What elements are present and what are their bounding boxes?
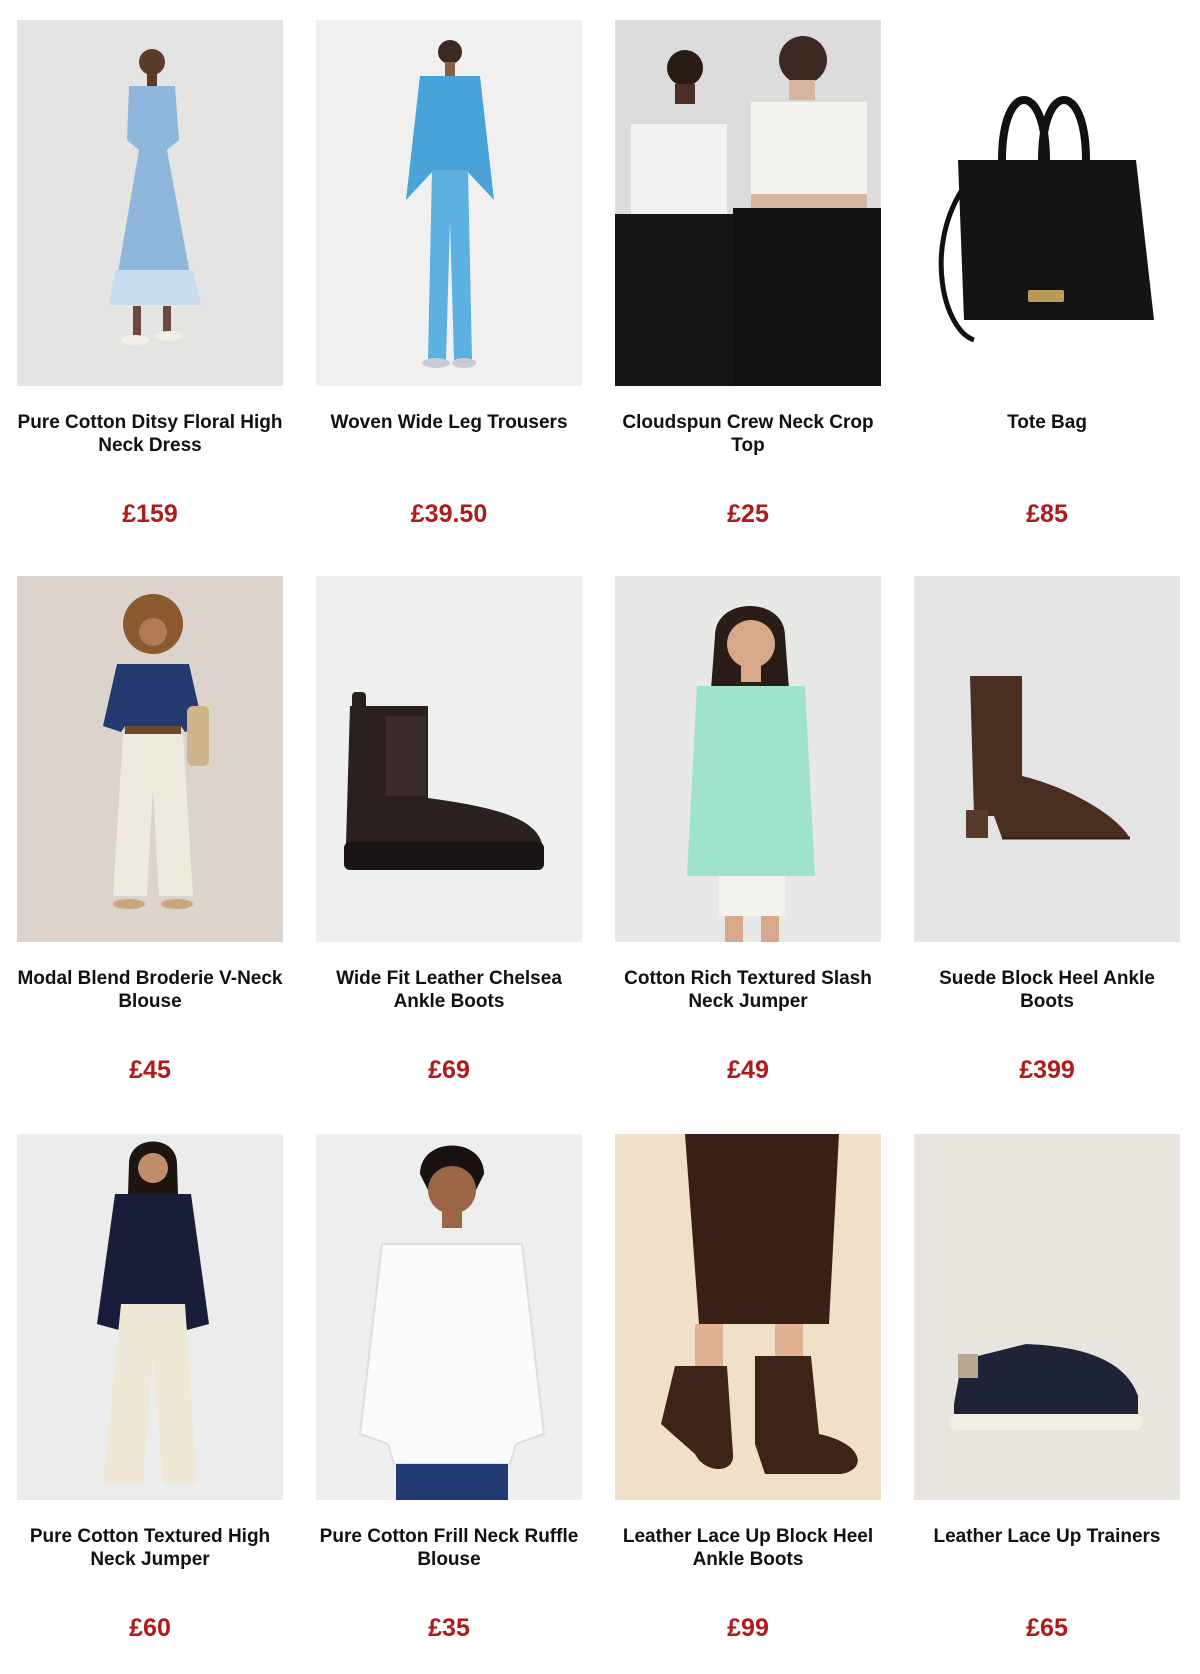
navy-blouse-photo[interactable] bbox=[17, 576, 283, 942]
product-name[interactable]: Pure Cotton Textured High Neck Jumper bbox=[17, 1525, 283, 1571]
suede-boot-photo[interactable] bbox=[914, 576, 1180, 942]
product-card[interactable]: Suede Block Heel Ankle Boots £399 bbox=[914, 576, 1180, 1096]
product-card[interactable]: Woven Wide Leg Trousers £39.50 bbox=[316, 20, 582, 540]
product-price: £49 bbox=[727, 1056, 769, 1084]
product-name[interactable]: Pure Cotton Frill Neck Ruffle Blouse bbox=[316, 1525, 582, 1571]
product-card[interactable]: Pure Cotton Textured High Neck Jumper £6… bbox=[17, 1134, 283, 1654]
product-card[interactable]: Pure Cotton Ditsy Floral High Neck Dress… bbox=[17, 20, 283, 540]
black-tote-bag-photo[interactable] bbox=[914, 20, 1180, 386]
navy-jumper-photo[interactable] bbox=[17, 1134, 283, 1500]
white-ruffle-blouse-photo[interactable] bbox=[316, 1134, 582, 1500]
product-price: £399 bbox=[1019, 1056, 1075, 1084]
crop-top-models-photo[interactable] bbox=[615, 20, 881, 386]
product-name[interactable]: Leather Lace Up Block Heel Ankle Boots bbox=[615, 1525, 881, 1571]
product-price: £99 bbox=[727, 1614, 769, 1642]
product-name[interactable]: Leather Lace Up Trainers bbox=[914, 1525, 1180, 1548]
product-grid: Pure Cotton Ditsy Floral High Neck Dress… bbox=[0, 0, 1200, 1674]
product-price: £65 bbox=[1026, 1614, 1068, 1642]
product-card[interactable]: Cotton Rich Textured Slash Neck Jumper £… bbox=[615, 576, 881, 1096]
product-name[interactable]: Cloudspun Crew Neck Crop Top bbox=[615, 411, 881, 457]
product-card[interactable]: Wide Fit Leather Chelsea Ankle Boots £69 bbox=[316, 576, 582, 1096]
product-name[interactable]: Tote Bag bbox=[914, 411, 1180, 434]
product-price: £25 bbox=[727, 500, 769, 528]
product-card[interactable]: Tote Bag £85 bbox=[914, 20, 1180, 540]
product-name[interactable]: Cotton Rich Textured Slash Neck Jumper bbox=[615, 967, 881, 1013]
product-name[interactable]: Pure Cotton Ditsy Floral High Neck Dress bbox=[17, 411, 283, 457]
product-price: £39.50 bbox=[410, 500, 488, 528]
product-name[interactable]: Woven Wide Leg Trousers bbox=[316, 411, 582, 434]
product-price: £45 bbox=[129, 1056, 171, 1084]
product-price: £35 bbox=[428, 1614, 470, 1642]
product-price: £60 bbox=[129, 1614, 171, 1642]
product-name[interactable]: Suede Block Heel Ankle Boots bbox=[914, 967, 1180, 1013]
product-price: £69 bbox=[428, 1056, 470, 1084]
product-card[interactable]: Leather Lace Up Block Heel Ankle Boots £… bbox=[615, 1134, 881, 1654]
mint-jumper-photo[interactable] bbox=[615, 576, 881, 942]
navy-trainer-photo[interactable] bbox=[914, 1134, 1180, 1500]
product-card[interactable]: Leather Lace Up Trainers £65 bbox=[914, 1134, 1180, 1654]
lace-up-boots-photo[interactable] bbox=[615, 1134, 881, 1500]
product-price: £159 bbox=[122, 500, 178, 528]
product-name[interactable]: Wide Fit Leather Chelsea Ankle Boots bbox=[316, 967, 582, 1013]
product-card[interactable]: Pure Cotton Frill Neck Ruffle Blouse £35 bbox=[316, 1134, 582, 1654]
product-name[interactable]: Modal Blend Broderie V-Neck Blouse bbox=[17, 967, 283, 1013]
floral-dress-photo[interactable] bbox=[17, 20, 283, 386]
product-card[interactable]: Cloudspun Crew Neck Crop Top £25 bbox=[615, 20, 881, 540]
blue-suit-photo[interactable] bbox=[316, 20, 582, 386]
chelsea-boot-photo[interactable] bbox=[316, 576, 582, 942]
product-price: £85 bbox=[1026, 500, 1068, 528]
product-card[interactable]: Modal Blend Broderie V-Neck Blouse £45 bbox=[17, 576, 283, 1096]
